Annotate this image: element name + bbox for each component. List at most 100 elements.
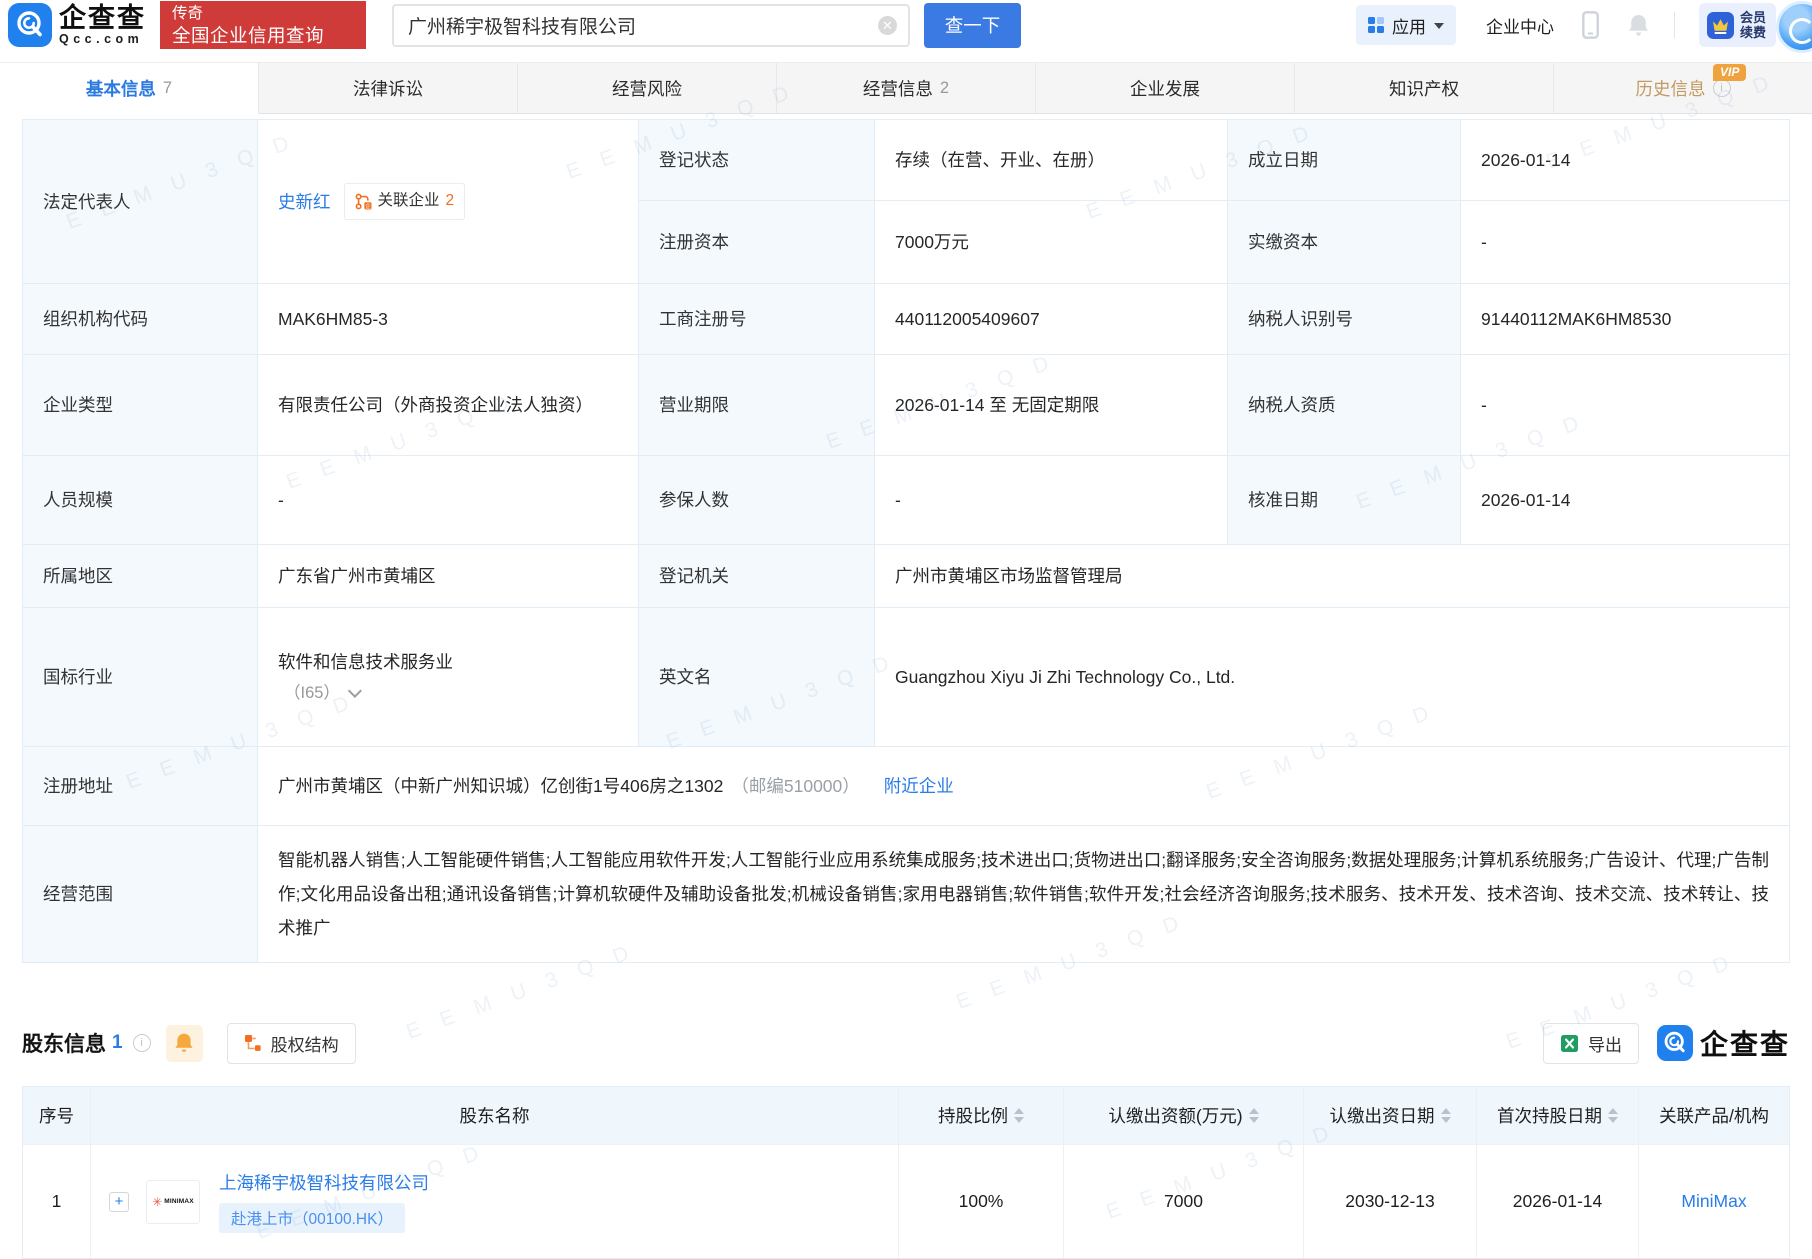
- field-label: 成立日期: [1228, 120, 1460, 200]
- logo-subtitle: Qcc.com: [59, 32, 144, 46]
- field-label: 实缴资本: [1228, 201, 1460, 283]
- minimax-logo-icon: ✳: [152, 1194, 163, 1209]
- tab-label: 法律诉讼: [353, 78, 423, 99]
- shareholder-name-cell: + ✳ MINIMAX 上海稀宇极智科技有限公司 赴港上市（00100.HK）: [91, 1145, 899, 1258]
- export-button[interactable]: 导出: [1542, 1022, 1639, 1064]
- sort-icon[interactable]: [1440, 1108, 1451, 1123]
- field-value: 2026-01-14 至 无固定期限: [875, 355, 1227, 455]
- field-label: 人员规模: [23, 456, 257, 544]
- tab-basic-info[interactable]: 基本信息 7: [0, 63, 259, 114]
- field-value: 440112005409607: [875, 284, 1227, 354]
- ratio-value: 100%: [899, 1145, 1064, 1258]
- column-header-name: 股东名称: [91, 1087, 899, 1144]
- business-scope-value: 智能机器人销售;人工智能硬件销售;人工智能应用软件开发;人工智能行业应用系统集成…: [258, 826, 1789, 962]
- mobile-app-icon[interactable]: [1582, 11, 1599, 39]
- tab-intellectual-property[interactable]: 知识产权: [1295, 63, 1554, 113]
- member-renewal-button[interactable]: 会员 续费: [1698, 3, 1776, 47]
- field-label: 纳税人识别号: [1228, 284, 1460, 354]
- field-value: -: [875, 456, 1227, 544]
- related-companies-badge[interactable]: 企 关联企业 2: [343, 183, 466, 220]
- search-box: ✕: [392, 3, 910, 47]
- related-product-link[interactable]: MiniMax: [1681, 1191, 1746, 1212]
- tab-label: 企业发展: [1130, 78, 1200, 99]
- promo-line2: 全国企业信用查询: [172, 25, 325, 46]
- logo-title: 企查查: [59, 3, 146, 33]
- chevron-down-icon[interactable]: [347, 683, 362, 698]
- tab-company-development[interactable]: 企业发展: [1036, 63, 1295, 113]
- column-header-amount-date[interactable]: 认缴出资日期: [1304, 1087, 1477, 1144]
- field-label: 国标行业: [23, 608, 257, 746]
- member-label-line1: 会员: [1739, 10, 1766, 25]
- field-label: 企业类型: [23, 355, 257, 455]
- field-value: -: [1461, 201, 1789, 283]
- search-button[interactable]: 查一下: [924, 2, 1021, 48]
- nearby-companies-link[interactable]: 附近企业: [884, 772, 954, 800]
- vip-badge: VIP: [1713, 64, 1747, 81]
- field-value: 7000万元: [875, 201, 1227, 283]
- field-value: 存续（在营、开业、在册）: [875, 120, 1227, 200]
- amount-value: 7000: [1064, 1145, 1304, 1258]
- notification-bell-icon[interactable]: [1627, 13, 1650, 38]
- field-label: 注册地址: [23, 747, 257, 825]
- clear-search-icon[interactable]: ✕: [878, 15, 897, 35]
- info-icon[interactable]: i: [1712, 79, 1731, 97]
- row-number: 1: [23, 1145, 91, 1258]
- brand-title: 企查查: [1699, 1029, 1790, 1060]
- legal-rep-cell: 史新红 企 关联企业 2: [258, 120, 638, 283]
- equity-structure-button[interactable]: 股权结构: [226, 1022, 356, 1064]
- shareholder-logo: ✳ MINIMAX: [146, 1179, 200, 1224]
- header-right-nav: 应用 企业中心 会员 续费: [1355, 3, 1812, 47]
- promo-banner: 传奇 全国企业信用查询: [160, 1, 366, 49]
- apps-menu-label: 应用: [1391, 17, 1426, 37]
- tab-count: 7: [162, 78, 173, 97]
- network-icon: 企: [355, 193, 371, 210]
- org-chart-icon: [244, 1035, 261, 1051]
- field-value: 广州市黄埔区市场监督管理局: [875, 545, 1789, 607]
- shareholder-name-link[interactable]: 上海稀宇极智科技有限公司: [219, 1170, 429, 1195]
- search-input[interactable]: [392, 3, 910, 47]
- column-header-amount[interactable]: 认缴出资额(万元): [1064, 1087, 1304, 1144]
- sort-icon[interactable]: [1014, 1108, 1024, 1123]
- bell-icon: [175, 1033, 193, 1052]
- tab-label: 基本信息: [85, 78, 156, 99]
- table-header-row: 序号 股东名称 持股比例 认缴出资额(万元) 认缴出资日期 首次持股日期 关联产…: [23, 1087, 1789, 1144]
- field-value: 有限责任公司（外商投资企业法人独资）: [258, 355, 638, 455]
- qcc-logo[interactable]: 企查查 Qcc.com: [8, 3, 146, 47]
- sort-icon[interactable]: [1608, 1108, 1618, 1123]
- qcc-logo-icon: [1656, 1025, 1693, 1061]
- shareholders-count: 1: [112, 1032, 123, 1053]
- field-label: 注册资本: [639, 201, 874, 283]
- related-product-cell: MiniMax: [1639, 1145, 1789, 1258]
- apps-menu-button[interactable]: 应用: [1355, 5, 1456, 45]
- related-companies-count: 2: [445, 192, 455, 210]
- tab-history-info[interactable]: VIP 历史信息 i: [1554, 63, 1812, 113]
- header-divider: [1673, 12, 1675, 38]
- member-crown-icon: [1706, 11, 1734, 39]
- tab-count: 2: [939, 78, 950, 97]
- listing-status-tag[interactable]: 赴港上市（00100.HK）: [219, 1203, 405, 1233]
- field-label: 登记状态: [639, 120, 874, 200]
- monitor-bell-button[interactable]: [165, 1024, 203, 1062]
- field-label: 登记机关: [639, 545, 874, 607]
- column-header-ratio[interactable]: 持股比例: [899, 1087, 1064, 1144]
- legal-rep-link[interactable]: 史新红: [278, 188, 331, 216]
- tab-operation-risk[interactable]: 经营风险: [518, 63, 777, 113]
- field-value: MAK6HM85-3: [258, 284, 638, 354]
- field-value: -: [258, 456, 638, 544]
- tab-label: 经营信息: [862, 78, 933, 99]
- sort-icon[interactable]: [1248, 1108, 1259, 1123]
- expand-row-button[interactable]: +: [109, 1191, 129, 1212]
- field-value: 91440112MAK6HM8530: [1461, 284, 1789, 354]
- promo-line1: 传奇: [172, 5, 204, 22]
- column-header-first-date[interactable]: 首次持股日期: [1477, 1087, 1639, 1144]
- column-header-no: 序号: [23, 1087, 91, 1144]
- field-label: 经营范围: [23, 826, 257, 962]
- enterprise-center-link[interactable]: 企业中心: [1486, 13, 1554, 38]
- field-value: 广东省广州市黄埔区: [258, 545, 638, 607]
- tab-legal-litigation[interactable]: 法律诉讼: [259, 63, 518, 113]
- info-icon[interactable]: i: [132, 1034, 151, 1052]
- qcc-brand-mark: 企查查: [1656, 1023, 1790, 1063]
- excel-icon: [1560, 1034, 1578, 1052]
- tab-operation-info[interactable]: 经营信息 2: [777, 63, 1036, 113]
- shareholders-section-header: 股东信息 1 i 股权结构 导出 企查查: [22, 1021, 1790, 1065]
